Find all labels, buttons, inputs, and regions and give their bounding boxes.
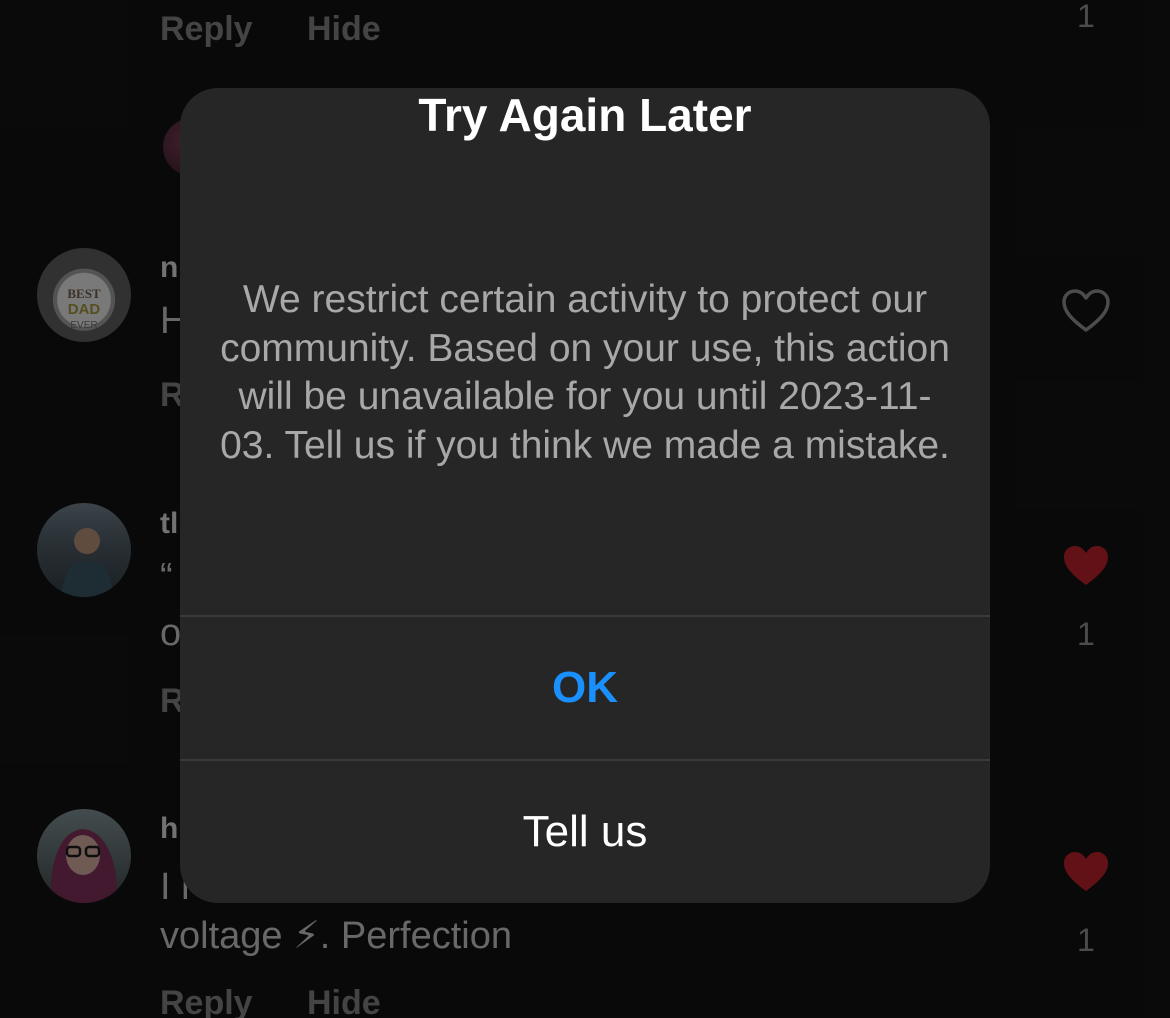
comments-screen: Reply Hide 1 BEST DAD EVER n H R tl “ o … (0, 0, 1170, 1018)
try-again-alert: Try Again Later We restrict certain acti… (180, 88, 990, 903)
tell-us-button[interactable]: Tell us (180, 761, 990, 903)
ok-button[interactable]: OK (180, 617, 990, 759)
alert-title: Try Again Later (418, 89, 752, 141)
alert-message: We restrict certain activity to protect … (220, 278, 950, 467)
